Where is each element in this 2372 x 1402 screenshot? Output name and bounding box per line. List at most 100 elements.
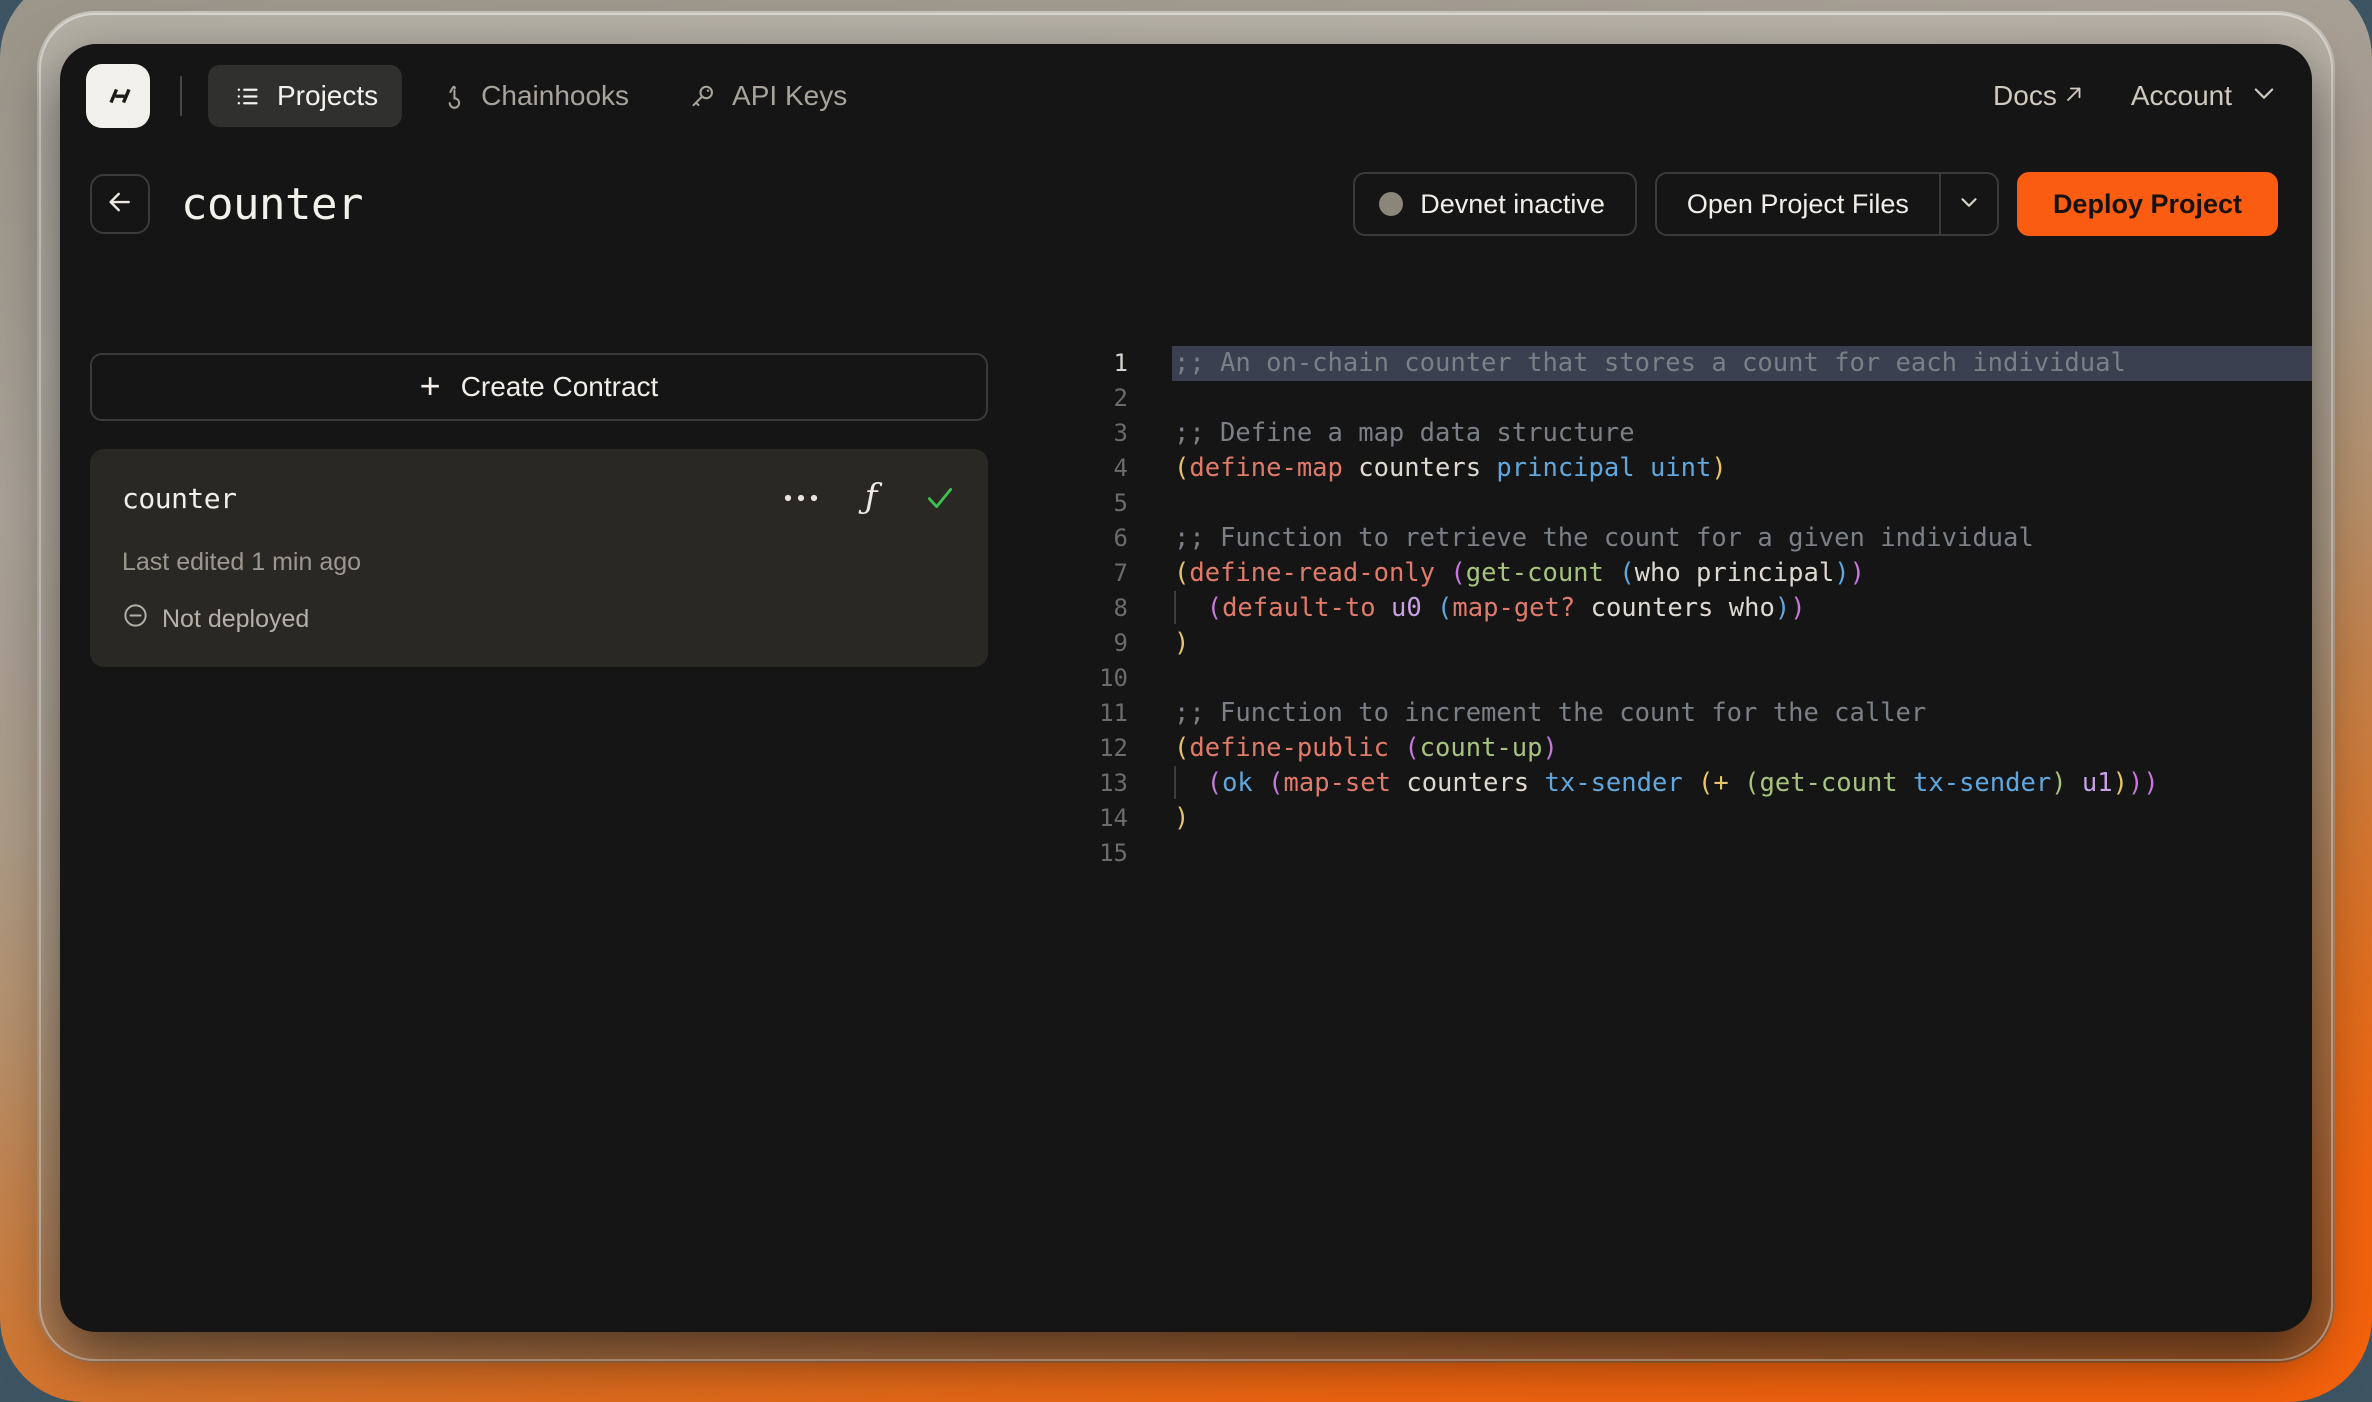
code-token: map-get? [1452,593,1576,623]
code-token: ) [2112,768,2128,798]
nav-item-projects-label: Projects [277,80,379,111]
code-line-text: ;; Function to increment the count for t… [1172,696,2312,731]
code-token: uint [1649,453,1712,483]
contract-card[interactable]: counter ƒ Last edited 1 min ago Not depl… [90,449,988,667]
code-line[interactable]: 8 (default-to u0 (map-get? counters who)… [1060,590,2312,626]
contract-name: counter [122,481,237,515]
code-token: counters [1390,768,1545,798]
code-line-text: ) [1172,626,2312,661]
code-token: default-to [1222,593,1376,623]
code-token: ) [1542,733,1558,763]
function-icon[interactable]: ƒ [858,479,884,517]
account-menu[interactable]: Account [2131,79,2278,114]
open-project-files-caret-button[interactable] [1941,174,1997,234]
external-link-arrow-icon [2063,80,2085,112]
back-button[interactable] [90,174,150,234]
code-line-text: (define-read-only (get-count (who princi… [1172,556,2312,591]
code-line[interactable]: 5 [1060,486,2312,521]
code-line[interactable]: 13 (ok (map-set counters tx-sender (+ (g… [1060,765,2312,801]
deploy-project-button[interactable]: Deploy Project [2016,172,2278,236]
contract-deploy-status: Not deployed [122,602,956,636]
create-contract-label: Create Contract [460,371,659,402]
code-token: define-read-only [1189,558,1435,588]
devnet-status-button[interactable]: Devnet inactive [1353,172,1637,236]
nav-item-api-keys-label: API Keys [732,80,848,111]
code-line[interactable]: 14) [1060,801,2312,836]
code-line[interactable]: 2 [1060,381,2312,416]
line-number: 5 [1113,489,1128,517]
code-editor[interactable]: 1 ;; An on-chain counter that stores a co… [1060,260,2312,1332]
code-line[interactable]: 3 ;; Define a map data structure [1060,416,2312,451]
code-line[interactable]: 6 ;; Function to retrieve the count for a… [1060,521,2312,556]
nav-divider [180,76,182,116]
line-number: 13 [1099,769,1128,797]
code-token: ( [1450,558,1466,588]
code-token: ( [1268,768,1284,798]
nav-item-api-keys[interactable]: API Keys [663,65,871,127]
code-token: who principal [1634,558,1835,588]
open-project-files-button[interactable]: Open Project Files [1657,174,1939,234]
code-line-text: (define-public (count-up) [1172,731,2312,766]
code-token: ;; An on-chain counter that stores a cou… [1174,348,2126,378]
code-token: ) [2143,768,2159,798]
code-line[interactable]: 12 (define-public (count-up) [1060,731,2312,766]
code-token: ( [1744,768,1760,798]
code-token: u0 [1390,593,1422,623]
indent-guide [1174,765,1176,799]
code-token: ( [1174,733,1190,763]
code-token: ) [2051,768,2067,798]
code-line-text: (define-map counters principal uint) [1172,451,2312,486]
line-number: 9 [1113,629,1128,657]
code-token: ( [1206,768,1223,798]
code-token: define-public [1189,733,1389,763]
code-line[interactable]: 9) [1060,626,2312,661]
nav-item-chainhooks-label: Chainhooks [481,80,630,111]
code-line[interactable]: 10 [1060,661,2312,696]
more-options-icon[interactable] [784,492,818,504]
arrow-left-icon [105,187,135,222]
line-number: 2 [1113,384,1128,412]
nav-item-projects[interactable]: Projects [208,65,403,127]
code-line[interactable]: 7 (define-read-only (get-count (who princ… [1060,556,2312,591]
hook-icon [436,81,466,111]
code-token: ( [1619,558,1635,588]
chevron-down-icon [2250,79,2278,114]
code-line-text: ) [1172,801,2312,836]
code-token: ;; Define a map data structure [1174,418,1635,448]
code-token: ) [2127,768,2144,798]
code-token: ;; Function to increment the count for t… [1174,698,1927,728]
line-number: 14 [1099,804,1128,832]
deploy-project-label: Deploy Project [2052,188,2242,219]
check-icon[interactable] [924,482,956,514]
code-token: count-up [1419,733,1543,763]
code-line[interactable]: 15 [1060,836,2312,871]
code-line[interactable]: 4 (define-map counters principal uint) [1060,451,2312,486]
code-token: principal [1496,453,1635,483]
code-line[interactable]: 1 ;; An on-chain counter that stores a co… [1060,346,2312,381]
top-navigation-bar: Projects Chainhooks API Keys Docs Accoun… [60,44,2312,148]
app-root: Projects Chainhooks API Keys Docs Accoun… [0,0,2372,1402]
nav-item-chainhooks[interactable]: Chainhooks [412,65,653,127]
code-token: get-count [1759,768,1898,798]
svg-text:ƒ: ƒ [858,479,883,517]
docs-link[interactable]: Docs [1993,80,2085,112]
open-project-files-split-button: Open Project Files [1654,172,1999,236]
hiro-logo[interactable] [86,64,150,128]
code-line[interactable]: 11 ;; Function to increment the count for… [1060,696,2312,731]
main-body: + Create Contract counter ƒ Last edited … [60,260,2312,1332]
create-contract-button[interactable]: + Create Contract [90,353,988,421]
code-token: ) [1849,558,1865,588]
code-token: define-map [1189,453,1343,483]
contract-deploy-status-label: Not deployed [162,604,310,633]
code-token: ( [1437,593,1453,623]
